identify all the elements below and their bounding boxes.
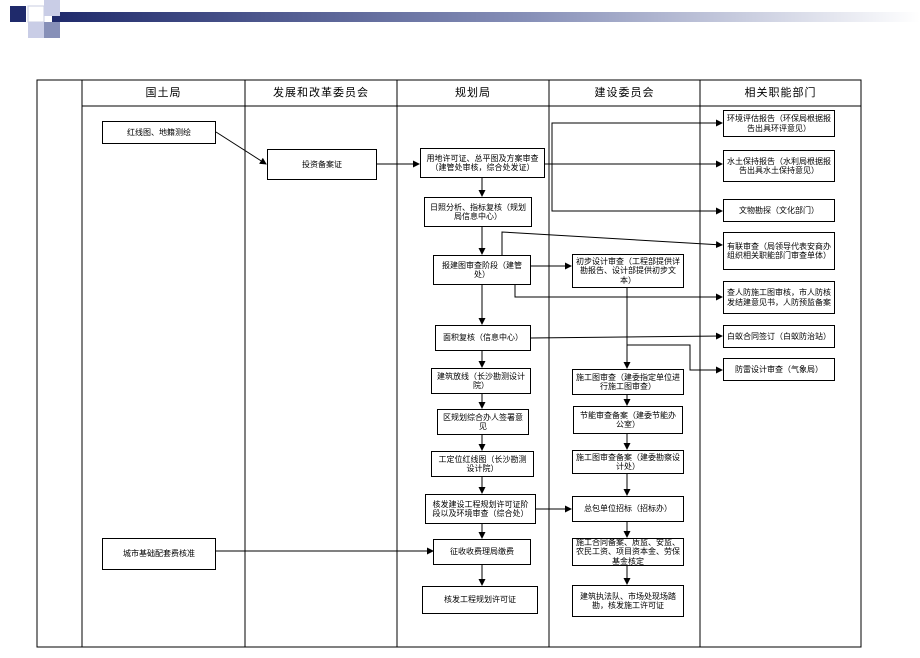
lane-header-land-bureau: 国土局 [145,85,182,99]
step-land-infrastructure-fee: 城市基础配套费核准 [102,538,216,570]
step-termite-contract: 白蚁合同签订（白蚁防治站） [723,325,835,348]
step-drawing-review-filing: 施工图审查备案（建委勘察设计处） [572,450,684,474]
lane-header-construction-committee: 建设委员会 [594,85,655,99]
step-fee-collection: 征收收费理局缴费 [433,539,531,565]
lane-header-development-reform: 发展和改革委员会 [273,85,369,99]
step-planning-license: 核发建设工程规划许可证阶段以及环境审查（综合处） [425,494,536,524]
step-joint-review: 有联审查（局领导代表安商办组织相关职能部门审查单体） [723,232,835,270]
step-area-recheck: 面积复核（信息中心） [435,325,531,351]
step-lightning-protection: 防雷设计审查（气象局） [723,358,835,381]
step-drawing-review: 报建图审查阶段（建管处） [433,255,531,285]
step-district-opinion: 区规划综合办人签署意见 [437,409,529,435]
lane-header-planning-bureau: 规划局 [455,85,491,99]
step-sunlight-analysis: 日照分析、指标复核（规划局信息中心） [424,197,532,227]
step-soil-water-conservation: 水土保持报告（水利局根据报告出具水土保持意见） [723,150,835,182]
step-energy-saving-filing: 节能审查备案（建委节能办公室） [573,406,683,434]
step-general-contractor-bidding: 总包单位招标（招标办） [572,496,684,522]
step-redline-positioning: 工定位红线图（长沙勘测设计院） [431,451,534,477]
step-land-redline: 红线图、地籍测绘 [102,121,216,144]
lane-header-related-departments: 相关职能部门 [744,85,817,99]
step-preliminary-design-review: 初步设计审查（工程部提供详勘报告、设计部提供初步文本） [572,254,684,288]
step-cultural-relic-survey: 文物勘探（文化部门） [723,199,835,222]
step-building-setout: 建筑放线（长沙勘测设计院） [431,368,531,394]
step-issue-planning-permit: 核发工程规划许可证 [422,586,538,614]
step-construction-contract-filing: 施工合同备案、质监、安监、农民工资、项目资本金、劳保基金核定 [572,538,684,566]
step-land-use-permit: 用地许可证、总平图及方案审查（建管处审核，综合处发证） [420,148,545,178]
step-investment-filing: 投资备案证 [267,149,377,180]
step-environmental-assessment: 环境评估报告（环保局根据报告出具环评意见） [723,110,835,137]
step-civil-air-defense: 查人防施工图审核，市人防核发结建意见书，人防预监备案 [723,281,835,314]
step-construction-permit: 建筑执法队、市场处现场踏勘，核发施工许可证 [572,585,684,617]
step-construction-drawing-review: 施工图审查（建委指定单位进行施工图审查） [572,369,684,395]
